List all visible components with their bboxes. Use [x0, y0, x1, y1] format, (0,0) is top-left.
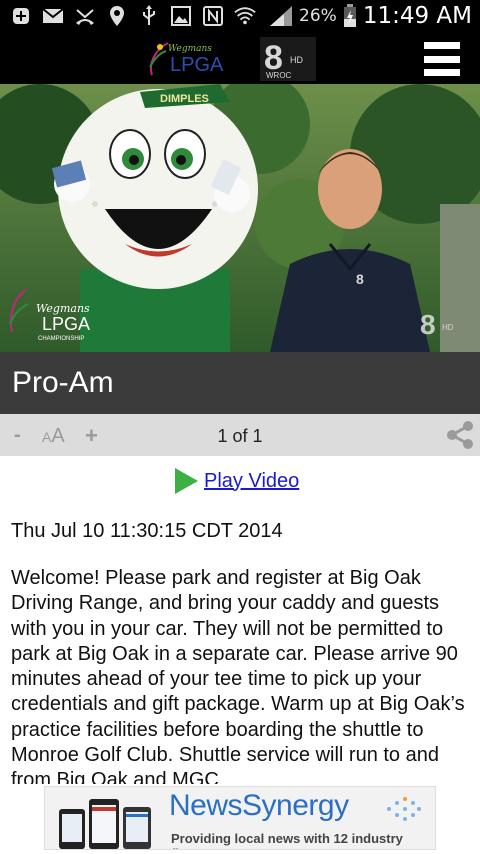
article-title-band: Pro-Am — [0, 352, 480, 414]
mail-icon — [42, 5, 64, 27]
lpga-name-text: LPGA — [170, 54, 224, 76]
station-hd: HD — [290, 55, 303, 65]
location-pin-icon — [106, 5, 128, 27]
article-hero-image[interactable]: DIMPLES 8 Wegmans LPGA CHAMPIONSHIP 8 HD — [0, 84, 480, 352]
article-title: Pro-Am — [12, 366, 114, 399]
wifi-icon — [234, 5, 256, 27]
station-call: WROC — [266, 71, 292, 80]
menu-bar — [424, 69, 460, 76]
app-header: Wegmans LPGA 8 HD WROC — [0, 34, 480, 84]
battery-percent: 26% — [299, 6, 337, 26]
nfc-icon — [202, 5, 224, 27]
share-icon[interactable] — [444, 420, 476, 450]
hamburger-menu-icon[interactable] — [424, 40, 460, 78]
ad-dots-graphic — [387, 797, 421, 821]
watermark-name: LPGA — [42, 314, 90, 334]
shirt-logo-text: 8 — [356, 271, 364, 287]
watermark-sub: CHAMPIONSHIP — [38, 336, 84, 342]
play-video-label[interactable]: Play Video — [204, 470, 299, 493]
station-bug-number: 8 — [420, 309, 436, 340]
status-bar: 26% 11:49 AM — [0, 0, 480, 34]
station-bug-hd: HD — [442, 323, 454, 332]
lpga-brand-text: Wegmans — [168, 44, 212, 54]
ad-phones-image — [59, 799, 151, 849]
ad-banner[interactable]: NewsSynergy Providing local news with 12… — [44, 786, 436, 850]
missed-call-icon — [74, 5, 96, 27]
clock: 11:49 AM — [362, 3, 472, 29]
wroc-logo: 8 HD WROC — [260, 37, 316, 81]
article-date: Thu Jul 10 11:30:15 CDT 2014 — [11, 520, 283, 542]
play-icon — [175, 468, 198, 494]
article-toolbar: - AA + 1 of 1 — [0, 414, 480, 456]
hero-photo: DIMPLES 8 Wegmans LPGA CHAMPIONSHIP 8 HD — [0, 84, 480, 352]
play-video-link[interactable]: Play Video — [172, 466, 299, 496]
signal-icon — [270, 6, 293, 26]
page-indicator: 1 of 1 — [217, 426, 263, 446]
menu-bar — [424, 42, 460, 49]
plus-box-icon — [10, 5, 32, 27]
image-icon — [170, 5, 192, 27]
lpga-logo: Wegmans LPGA — [149, 42, 224, 76]
ad-tagline: Providing local news with 12 industry fi… — [171, 831, 403, 849]
menu-bar — [424, 55, 460, 63]
ad-brand: NewsSynergy — [169, 789, 349, 822]
battery-charging-icon — [343, 4, 356, 27]
usb-icon — [138, 5, 160, 27]
article-body: Welcome! Please park and register at Big… — [11, 567, 465, 784]
mascot-hat-text: DIMPLES — [160, 93, 209, 105]
